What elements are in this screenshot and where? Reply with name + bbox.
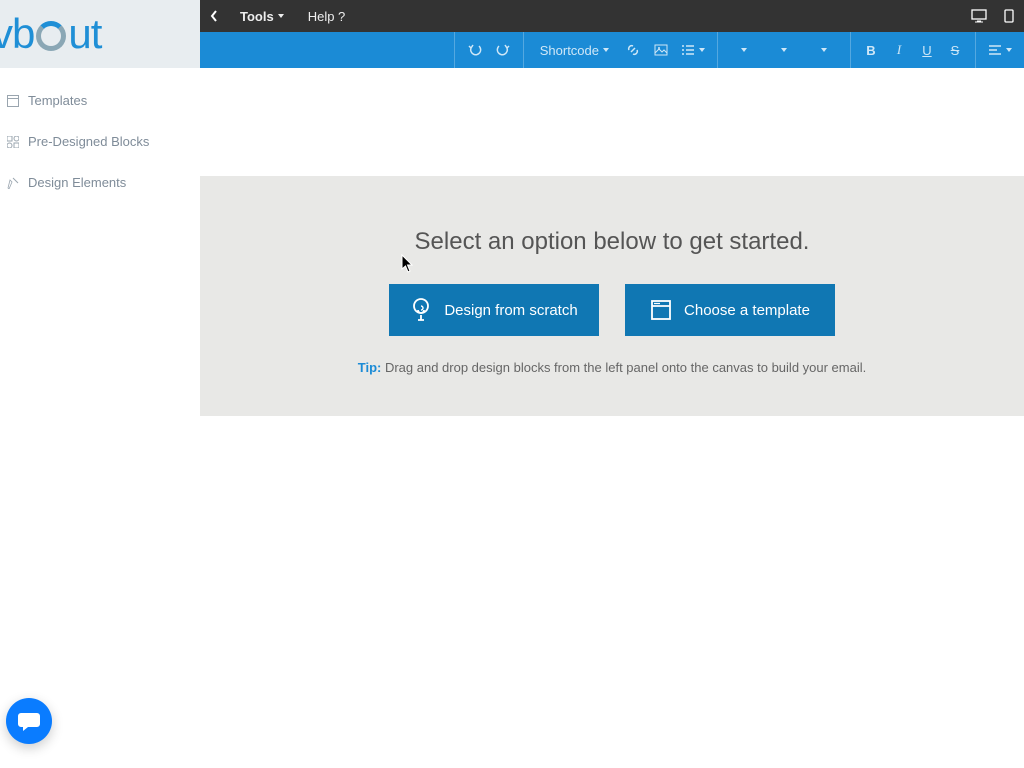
starter-buttons: Design from scratch Choose a template: [389, 284, 835, 336]
align-icon: [988, 44, 1002, 56]
sidebar-item-label: Pre-Designed Blocks: [28, 134, 149, 149]
ribbon-spacer: [200, 32, 455, 68]
logo-o-icon: [36, 21, 66, 51]
redo-button[interactable]: [489, 32, 517, 68]
sidebar-item-label: Templates: [28, 93, 87, 108]
sidebar-item-templates[interactable]: Templates: [0, 80, 200, 121]
format-toolbar: Shortcode B: [200, 32, 1024, 68]
scratch-label: Design from scratch: [444, 302, 577, 319]
list-dropdown[interactable]: [675, 32, 711, 68]
undo-button[interactable]: [461, 32, 489, 68]
mobile-view-button[interactable]: [994, 0, 1024, 32]
desktop-view-button[interactable]: [964, 0, 994, 32]
align-group: [976, 32, 1024, 68]
canvas[interactable]: Select an option below to get started. D…: [200, 68, 1024, 768]
desktop-icon: [971, 9, 987, 23]
chevron-down-icon: [699, 48, 705, 52]
shortcode-label: Shortcode: [540, 43, 599, 58]
chevron-down-icon: [741, 48, 747, 52]
style-group: B I U S: [851, 32, 976, 68]
tip-text: Drag and drop design blocks from the lef…: [381, 360, 866, 375]
logo-text-right: ut: [68, 10, 101, 58]
insert-group: Shortcode: [524, 32, 718, 68]
chevron-down-icon: [821, 48, 827, 52]
italic-label: I: [897, 42, 901, 58]
topbar-right: [964, 0, 1024, 32]
chevron-down-icon: [278, 14, 284, 18]
image-button[interactable]: [647, 32, 675, 68]
underline-button[interactable]: U: [913, 32, 941, 68]
font-family-dropdown[interactable]: [724, 32, 764, 68]
topbar: Tools Help ?: [200, 0, 1024, 32]
design-from-scratch-button[interactable]: Design from scratch: [389, 284, 599, 336]
help-label: Help ?: [308, 9, 346, 24]
underline-label: U: [922, 43, 931, 58]
template-icon: [6, 94, 20, 108]
list-icon: [681, 44, 695, 56]
template-label: Choose a template: [684, 302, 810, 319]
undo-icon: [468, 43, 482, 57]
tools-label: Tools: [240, 9, 274, 24]
history-group: [455, 32, 524, 68]
strike-label: S: [951, 43, 960, 58]
starter-tip: Tip: Drag and drop design blocks from th…: [358, 360, 867, 375]
chevron-down-icon: [603, 48, 609, 52]
back-button[interactable]: [200, 0, 228, 32]
redo-icon: [496, 43, 510, 57]
bold-button[interactable]: B: [857, 32, 885, 68]
italic-button[interactable]: I: [885, 32, 913, 68]
link-button[interactable]: [619, 32, 647, 68]
mobile-icon: [1004, 9, 1014, 23]
sidebar-item-blocks[interactable]: Pre-Designed Blocks: [0, 121, 200, 162]
strike-button[interactable]: S: [941, 32, 969, 68]
shortcode-dropdown[interactable]: Shortcode: [530, 32, 619, 68]
main: Tools Help ?: [200, 0, 1024, 768]
topbar-left: Tools Help ?: [200, 0, 357, 32]
chevron-left-icon: [210, 10, 218, 22]
font-group: [718, 32, 851, 68]
choose-template-button[interactable]: Choose a template: [625, 284, 835, 336]
sidebar-item-label: Design Elements: [28, 175, 126, 190]
sidebar-header: vb ut: [0, 0, 200, 68]
sidebar: vb ut Templates Pre-Designed Blocks: [0, 0, 200, 768]
template-icon: [650, 299, 672, 321]
font-color-dropdown[interactable]: [804, 32, 844, 68]
logo: vb ut: [0, 10, 101, 58]
chat-widget-button[interactable]: [6, 698, 52, 744]
link-icon: [626, 43, 640, 57]
tools-menu[interactable]: Tools: [228, 0, 296, 32]
logo-text-left: vb: [0, 10, 34, 58]
align-dropdown[interactable]: [982, 32, 1018, 68]
sidebar-nav: Templates Pre-Designed Blocks Design Ele…: [0, 68, 200, 203]
image-icon: [654, 43, 668, 57]
help-button[interactable]: Help ?: [296, 0, 358, 32]
chevron-down-icon: [781, 48, 787, 52]
sidebar-item-elements[interactable]: Design Elements: [0, 162, 200, 203]
blocks-icon: [6, 135, 20, 149]
font-size-dropdown[interactable]: [764, 32, 804, 68]
starter-panel: Select an option below to get started. D…: [200, 176, 1024, 416]
bold-label: B: [866, 43, 875, 58]
pencil-ruler-icon: [6, 176, 20, 190]
tip-label: Tip:: [358, 360, 382, 375]
lightbulb-icon: [410, 297, 432, 323]
starter-title: Select an option below to get started.: [415, 228, 810, 256]
chevron-down-icon: [1006, 48, 1012, 52]
chat-icon: [17, 710, 41, 732]
